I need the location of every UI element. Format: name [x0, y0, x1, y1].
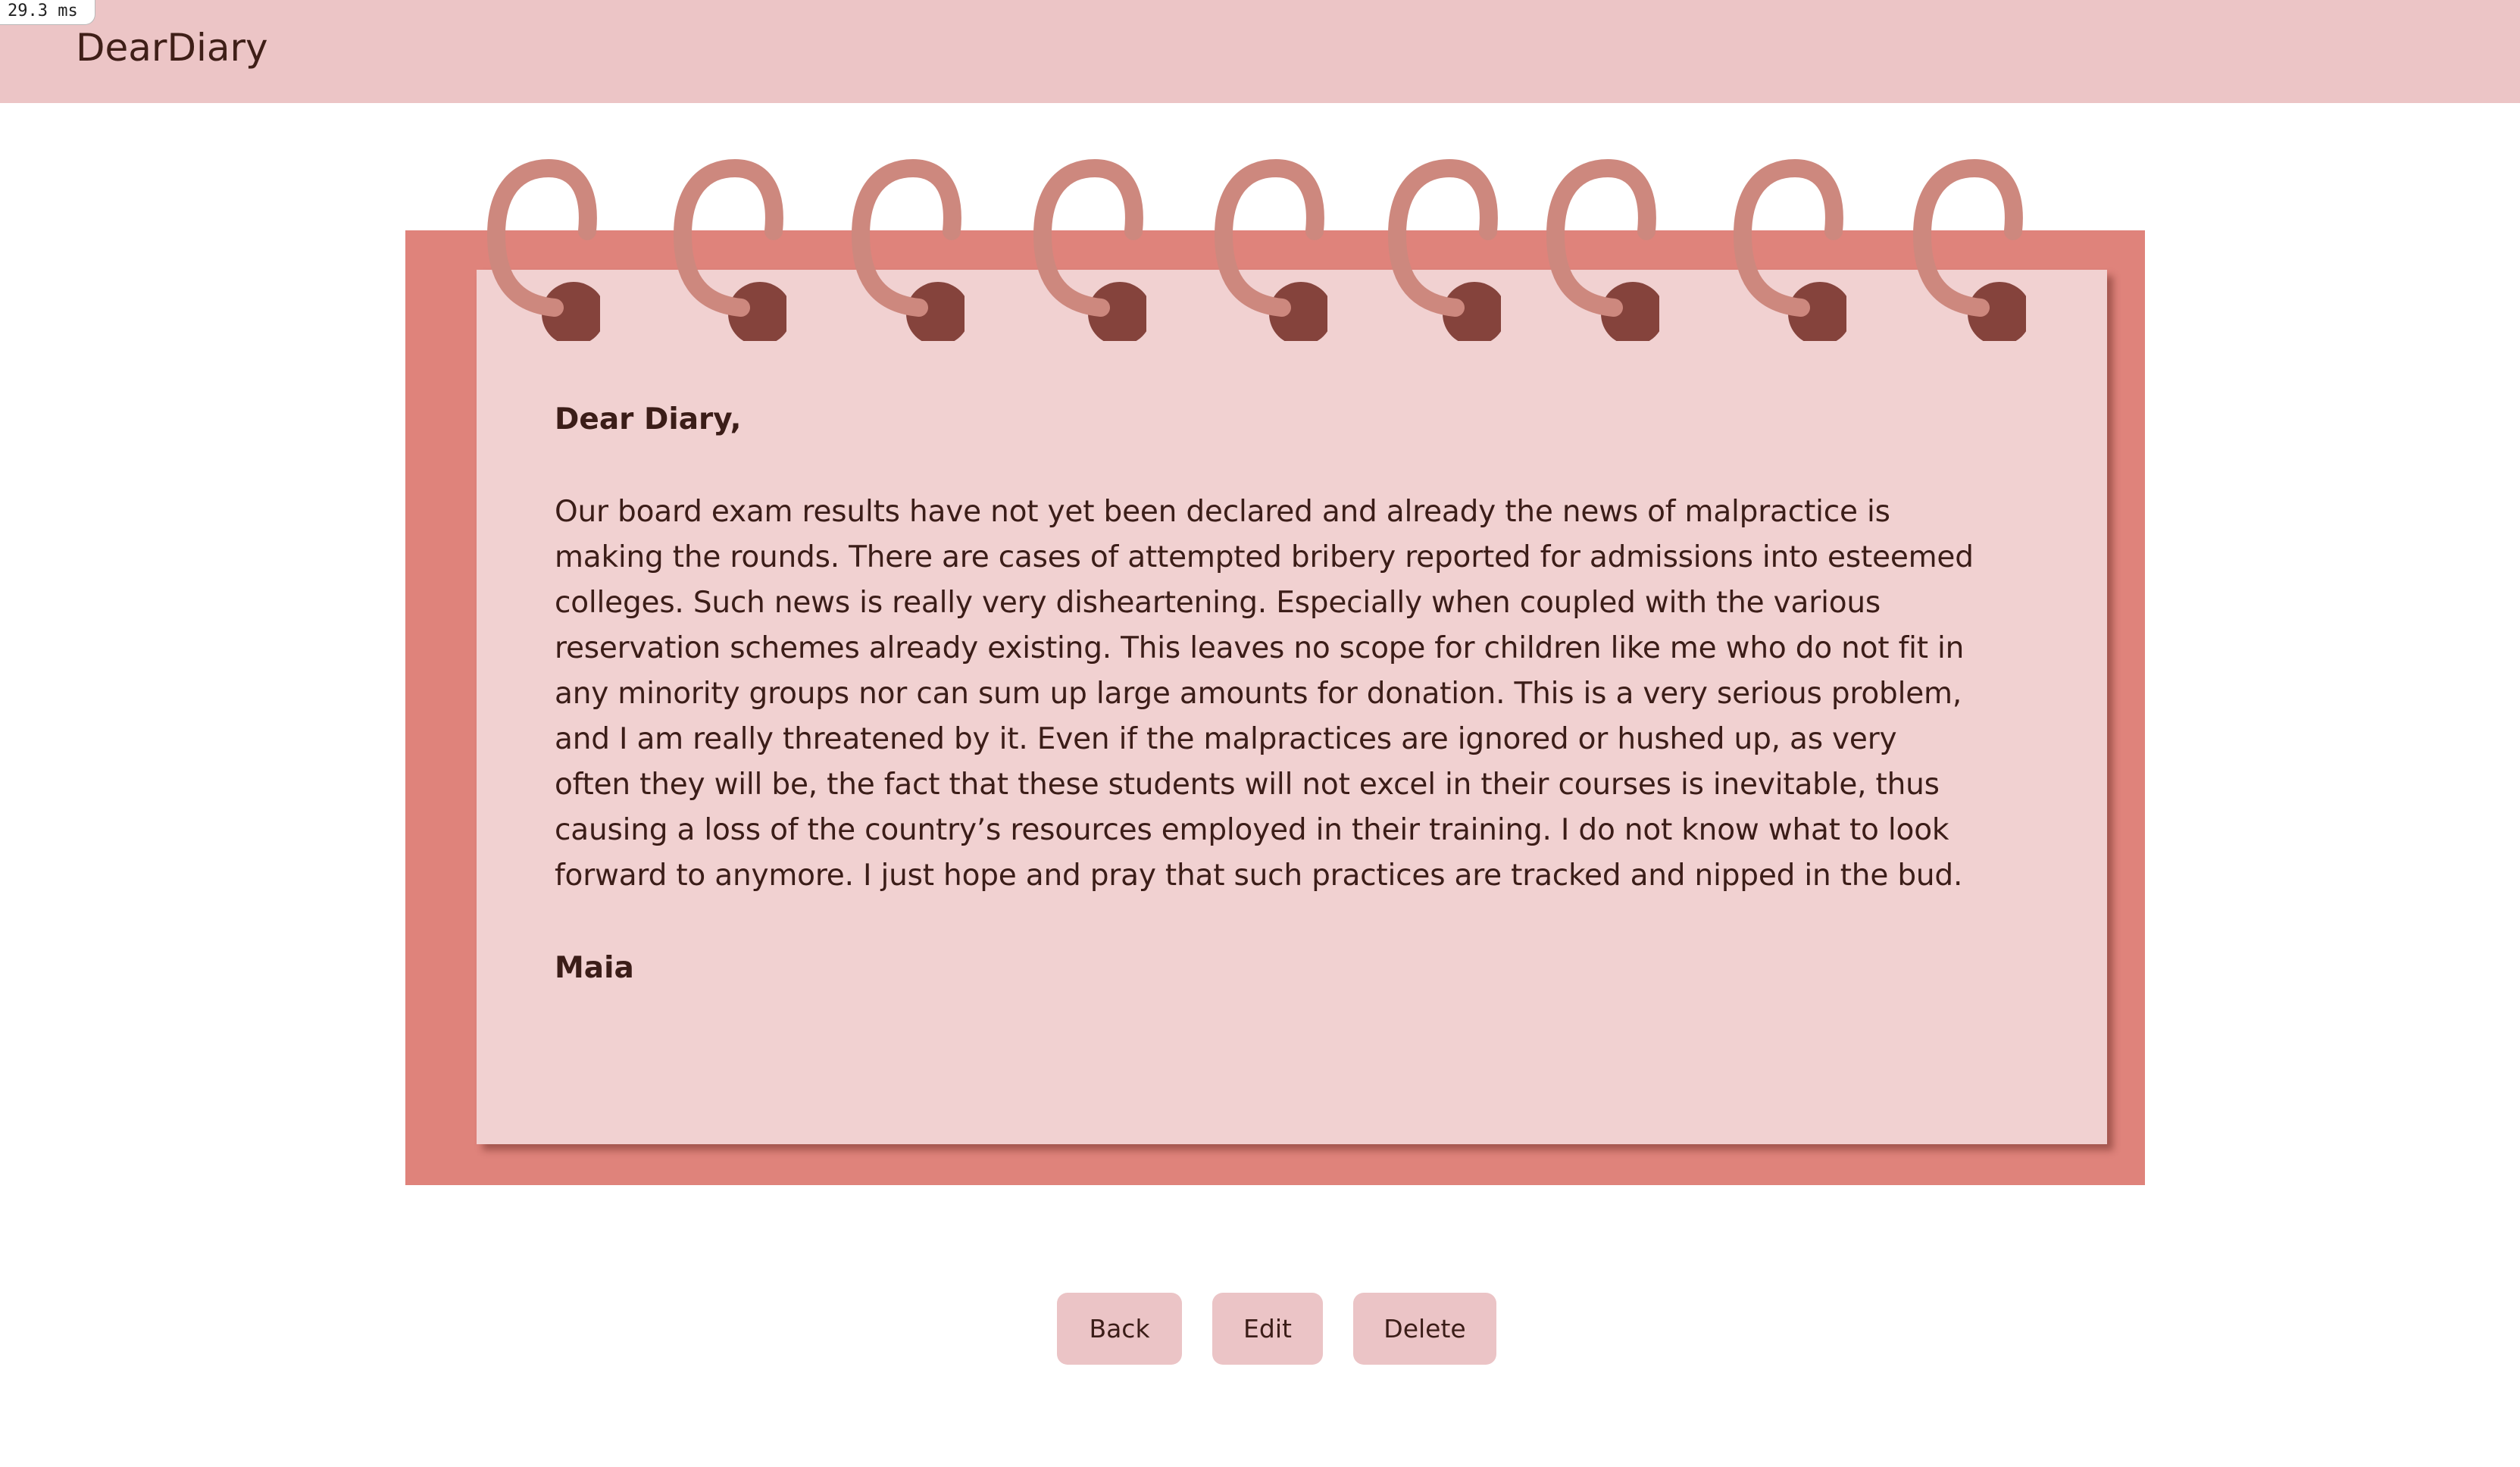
back-button[interactable]: Back: [1057, 1293, 1182, 1365]
render-time-badge: 29.3 ms: [0, 0, 95, 25]
render-time-unit: ms: [58, 2, 78, 20]
render-time-value: 29.3: [8, 2, 48, 20]
app-header: DearDiary: [0, 0, 2520, 103]
diary-entry: Dear Diary, Our board exam results have …: [555, 399, 1979, 990]
entry-signature: Maia: [555, 951, 634, 985]
entry-body: Our board exam results have not yet been…: [555, 495, 1974, 893]
entry-salutation: Dear Diary,: [555, 402, 742, 436]
edit-button[interactable]: Edit: [1212, 1293, 1323, 1365]
app-logo-title[interactable]: DearDiary: [76, 23, 268, 73]
delete-button[interactable]: Delete: [1353, 1293, 1496, 1365]
